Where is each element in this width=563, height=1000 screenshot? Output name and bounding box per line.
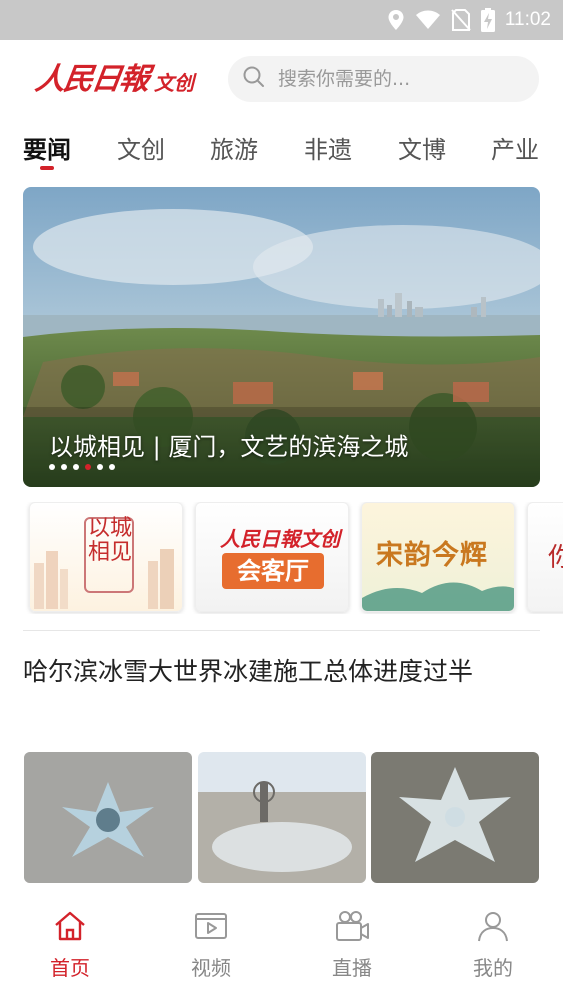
video-icon — [171, 908, 251, 944]
status-bar: 11:02 — [0, 0, 563, 40]
carousel-dot[interactable] — [49, 464, 55, 470]
nav-live[interactable]: 直播 — [312, 908, 392, 981]
wifi-icon — [415, 10, 441, 30]
tab-wenbo[interactable]: 文博 — [398, 130, 446, 165]
article-thumbnail[interactable] — [198, 752, 366, 883]
search-input[interactable] — [278, 68, 518, 90]
bottom-navigation: 首页 视频 直播 我的 — [0, 896, 563, 1000]
battery-charging-icon — [480, 8, 495, 32]
search-icon — [242, 65, 266, 93]
carousel-dot[interactable] — [73, 464, 79, 470]
article-thumbnail[interactable] — [371, 752, 539, 883]
active-tab-indicator — [40, 166, 54, 170]
banner-carousel[interactable]: 以城相见 | 厦门，文艺的滨海之城 — [23, 187, 540, 487]
feature-card-partial[interactable]: 你 — [527, 502, 563, 612]
no-sim-icon — [451, 9, 471, 31]
carousel-indicator — [49, 464, 115, 470]
nav-home-label: 首页 — [50, 956, 90, 980]
clock-time: 11:02 — [504, 9, 551, 30]
article-thumbnails — [24, 752, 539, 884]
feature-cards-row: 以城相见 人民日報文创 会客厅 宋韵今辉 你 — [0, 502, 563, 614]
card1-title: 以城相见 — [88, 516, 133, 565]
logo-sub-text: 文创 — [154, 71, 194, 95]
banner-caption: 以城相见 | 厦门，文艺的滨海之城 — [49, 433, 409, 461]
carousel-dot-active[interactable] — [85, 464, 91, 470]
tab-wenchuang[interactable]: 文创 — [117, 130, 165, 165]
article-thumbnail[interactable] — [24, 752, 192, 883]
nav-video[interactable]: 视频 — [171, 908, 251, 981]
carousel-dot[interactable] — [97, 464, 103, 470]
nav-home[interactable]: 首页 — [30, 908, 110, 981]
app-header: 人民日報 文创 — [0, 40, 563, 118]
card2-label: 会客厅 — [222, 553, 324, 589]
feature-card-huiketing[interactable]: 人民日報文创 会客厅 — [195, 502, 349, 612]
search-bar[interactable] — [228, 56, 539, 102]
nav-profile[interactable]: 我的 — [453, 908, 533, 981]
nav-live-label: 直播 — [332, 956, 372, 980]
nav-video-label: 视频 — [191, 956, 231, 980]
logo-main-text: 人民日報 — [33, 62, 150, 97]
tab-chanye[interactable]: 产业 — [491, 130, 539, 165]
card4-title: 你 — [548, 537, 563, 574]
tab-feiyi[interactable]: 非遗 — [304, 130, 352, 165]
carousel-dot[interactable] — [61, 464, 67, 470]
home-icon — [30, 908, 110, 944]
live-camera-icon — [312, 908, 392, 944]
profile-icon — [453, 908, 533, 944]
carousel-dot[interactable] — [109, 464, 115, 470]
feature-card-yichengxiangjian[interactable]: 以城相见 — [29, 502, 183, 612]
card2-logo-text: 人民日報文创 — [220, 527, 340, 551]
tab-lvyou[interactable]: 旅游 — [210, 130, 258, 165]
section-divider — [23, 630, 540, 631]
feature-card-songyunjinhui[interactable]: 宋韵今辉 — [361, 502, 515, 612]
article-headline[interactable]: 哈尔滨冰雪大世界冰建施工总体进度过半 — [23, 652, 513, 692]
nav-profile-label: 我的 — [473, 956, 513, 980]
location-icon — [387, 9, 405, 31]
category-tabs: 要闻 文创 旅游 非遗 文博 产业 — [0, 118, 563, 178]
tab-yaowen[interactable]: 要闻 — [23, 130, 71, 165]
landscape-illustration — [362, 582, 514, 611]
app-logo[interactable]: 人民日報 文创 — [33, 62, 194, 98]
